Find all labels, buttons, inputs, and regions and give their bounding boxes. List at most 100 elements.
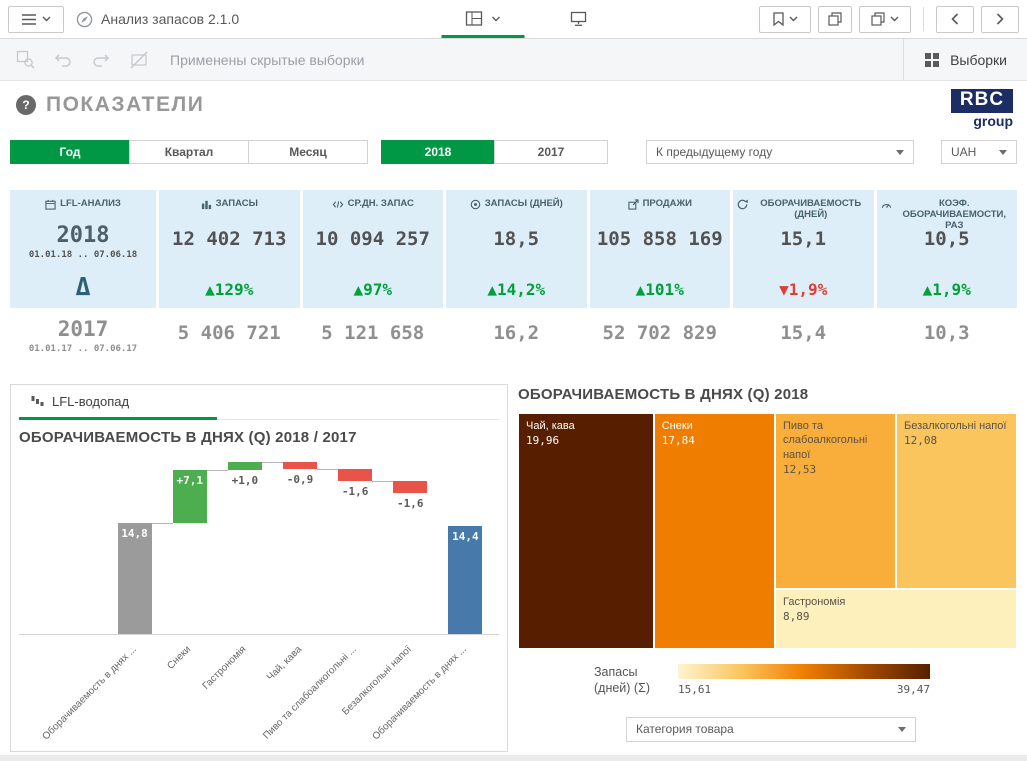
legend-max: 39,47 — [897, 683, 930, 696]
presentation-button[interactable] — [570, 0, 586, 38]
selections-bar: Применены скрытые выборки Выборки — [0, 39, 1027, 81]
filter-row: ГодКварталМесяц 20182017 К предыдущему г… — [10, 140, 1017, 164]
kpi-metric-header-label: КОЭФ. ОБОРАЧИВАЕМОСТИ, РАЗ — [896, 198, 1014, 223]
tab-lfl-waterfall[interactable]: LFL-водопад — [19, 385, 217, 420]
kpi-period-column: LFL-АНАЛИЗ 2018 01.01.18 .. 07.06.18 Δ — [10, 190, 156, 308]
treemap-cell-value: 12,08 — [904, 434, 1009, 447]
kpi-metric-header: ПРОДАЖИ — [628, 198, 692, 223]
waterfall-bar[interactable] — [283, 462, 317, 469]
chevron-down-icon — [789, 16, 798, 22]
bars-icon — [201, 199, 212, 223]
waterfall-bar[interactable] — [338, 469, 372, 481]
kpi-metric-value: 10,5 — [924, 228, 970, 250]
category-dropdown[interactable]: Категория товара — [626, 717, 916, 742]
kpi-metric-header: ОБОРАЧИВАЕМОСТЬ (ДНЕЙ) — [737, 198, 870, 223]
waterfall-bar[interactable]: 14,8 — [118, 523, 152, 634]
chart-tabbar: LFL-водопад — [19, 385, 499, 420]
selections-message: Применены скрытые выборки — [170, 52, 903, 68]
waterfall-plot: 14,8+7,1+1,0-0,9-1,6-1,614,4 — [19, 454, 499, 635]
selections-label: Выборки — [950, 52, 1007, 68]
treemap-cell-value: 12,53 — [783, 463, 888, 476]
chevron-left-icon — [951, 13, 959, 25]
treemap-cell[interactable]: Пиво та слабоалкогольні напої12,53 — [775, 413, 896, 589]
sheet-options-button[interactable] — [859, 6, 911, 33]
treemap-cell-value: 17,84 — [662, 434, 767, 447]
coin-icon — [470, 199, 481, 223]
waterfall-bar[interactable] — [228, 462, 262, 470]
sheet-icon — [465, 11, 482, 26]
sheet-content: ? ПОКАЗАТЕЛИ RBC group ГодКварталМесяц 2… — [0, 81, 1027, 756]
clear-selections-icon[interactable] — [120, 41, 158, 79]
menu-button[interactable] — [8, 6, 64, 33]
page-title: ПОКАЗАТЕЛИ — [46, 93, 204, 117]
treemap-cell[interactable]: Чай, кава19,96 — [518, 413, 654, 649]
divider — [923, 7, 924, 31]
treemap-title: ОБОРАЧИВАЕМОСТЬ В ДНЯХ (Q) 2018 — [518, 386, 1017, 403]
export-icon — [628, 199, 639, 223]
sheet-selector-button[interactable] — [441, 0, 524, 38]
treemap-panel: ОБОРАЧИВАЕМОСТЬ В ДНЯХ (Q) 2018 Чай, кав… — [518, 384, 1017, 756]
chevron-down-icon — [896, 150, 904, 155]
previous-period-range: 01.01.17 .. 07.06.17 — [29, 344, 137, 354]
app-title: Анализ запасов 2.1.0 — [101, 11, 239, 27]
bookmark-icon — [773, 12, 784, 26]
footer-strip — [0, 755, 1027, 761]
year-filter-group: 20182017 — [381, 140, 608, 164]
kpi-metric-header-label: ПРОДАЖИ — [643, 198, 692, 223]
filter-button-month[interactable]: Месяц — [248, 140, 368, 164]
kpi-metric-previous: 15,4 — [733, 318, 874, 354]
waterfall-bar-label: +7,1 — [173, 470, 207, 487]
calendar-icon — [45, 199, 56, 223]
bookmark-button[interactable] — [759, 6, 811, 33]
treemap-cell[interactable]: Гастрономія8,89 — [775, 589, 1017, 649]
treemap-cell[interactable]: Снеки17,84 — [654, 413, 775, 649]
waterfall-category-label: Чай, кава — [265, 644, 304, 683]
waterfall-bar-label: -0,9 — [273, 473, 327, 486]
rbc-logo: RBC group — [951, 89, 1013, 128]
help-icon[interactable]: ? — [16, 95, 36, 115]
filter-button-2017[interactable]: 2017 — [494, 140, 608, 164]
step-forward-icon[interactable] — [82, 41, 120, 79]
previous-sheet-button[interactable] — [936, 6, 974, 33]
legend-range: 15,61 39,47 — [678, 683, 930, 696]
step-back-icon[interactable] — [44, 41, 82, 79]
kpi-metric-column: ОБОРАЧИВАЕМОСТЬ (ДНЕЙ) 15,1 ▼1,9% — [733, 190, 874, 308]
next-sheet-button[interactable] — [981, 6, 1019, 33]
chevron-down-icon — [491, 16, 500, 22]
comparison-dropdown[interactable]: К предыдущему году — [646, 140, 914, 164]
selections-tool-icon[interactable] — [6, 41, 44, 79]
presentation-icon — [570, 11, 586, 27]
kpi-metric-header: ЗАПАСЫ — [201, 198, 258, 223]
filter-button-2018[interactable]: 2018 — [381, 140, 495, 164]
selections-button[interactable]: Выборки — [903, 39, 1027, 80]
window-icon — [871, 12, 885, 26]
kpi-metric-value: 15,1 — [780, 228, 826, 250]
waterfall-bar-label: -1,6 — [383, 497, 437, 510]
titlebar: Анализ запасов 2.1.0 — [0, 0, 1027, 39]
kpi-metric-change: ▼1,9% — [779, 281, 827, 299]
waterfall-chart: 14,8+7,1+1,0-0,9-1,6-1,614,4 Оборачиваем… — [19, 454, 499, 752]
kpi-metric-change: ▲97% — [353, 281, 392, 299]
duplicate-button[interactable] — [818, 6, 852, 33]
waterfall-connector — [317, 469, 338, 470]
delta-symbol: Δ — [75, 274, 90, 299]
treemap-legend: Запасы (дней) (Σ) 15,61 39,47 — [518, 664, 1017, 697]
waterfall-connector — [207, 470, 228, 471]
kpi-metric-previous: 16,2 — [446, 318, 587, 354]
waterfall-bar[interactable]: 14,4 — [448, 526, 482, 634]
waterfall-bar[interactable]: +7,1 — [173, 470, 207, 523]
waterfall-category-label: Оборачиваемость в днях ... — [40, 644, 138, 742]
kpi-period-header-label: LFL-АНАЛИЗ — [60, 198, 121, 223]
waterfall-category-label: Пиво та слабоалкогольні ... — [261, 644, 359, 742]
kpi-metric-previous-value: 15,4 — [780, 322, 826, 344]
previous-year: 2017 — [58, 318, 109, 341]
filter-button-year[interactable]: Год — [10, 140, 130, 164]
currency-dropdown[interactable]: UAH — [941, 140, 1017, 164]
waterfall-bar[interactable] — [393, 481, 427, 493]
treemap-cell-name: Чай, кава — [526, 419, 646, 433]
duplicate-icon — [828, 12, 842, 26]
current-period-range: 01.01.18 .. 07.06.18 — [29, 250, 137, 260]
waterfall-connector — [372, 481, 393, 482]
filter-button-quarter[interactable]: Квартал — [129, 140, 249, 164]
treemap-cell[interactable]: Безалкогольні напої12,08 — [896, 413, 1017, 589]
